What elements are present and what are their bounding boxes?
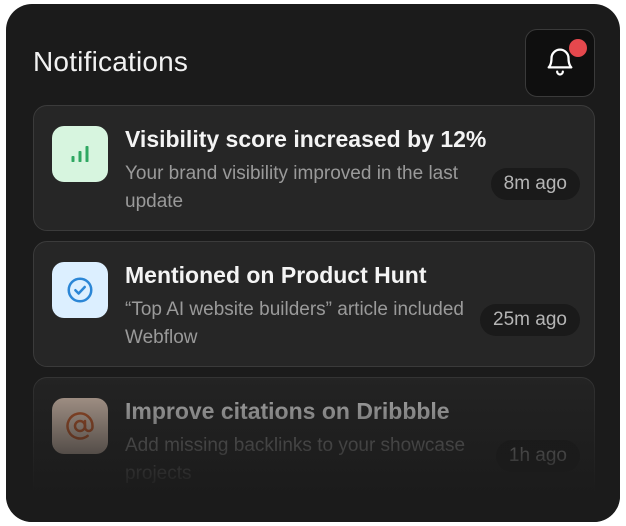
notifications-panel: Notifications Visibility score increased…	[6, 4, 620, 522]
unread-dot	[569, 39, 587, 57]
notification-description: “Top AI website builders” article includ…	[125, 299, 465, 348]
notification-description: Your brand visibility improved in the la…	[125, 163, 459, 212]
notification-card[interactable]: Visibility score increased by 12% Your b…	[33, 105, 595, 231]
notification-title: Visibility score increased by 12%	[125, 126, 487, 152]
notification-card[interactable]: Mentioned on Product Hunt “Top AI websit…	[33, 241, 595, 367]
notification-time-badge: 8m ago	[490, 168, 580, 200]
notification-card[interactable]: Improve citations on Dribbble Add missin…	[33, 377, 595, 503]
notification-title: Improve citations on Dribbble	[125, 398, 450, 424]
panel-title: Notifications	[33, 46, 189, 77]
check-circle-icon	[52, 262, 108, 318]
notifications-bell-button[interactable]	[525, 29, 595, 97]
notification-time-badge: 25m ago	[480, 304, 580, 336]
bar-chart-icon	[52, 126, 108, 182]
notification-time-badge: 1h ago	[495, 440, 580, 472]
notification-description: Add missing backlinks to your showcase p…	[125, 435, 466, 484]
at-sign-icon	[52, 398, 108, 454]
notification-title: Mentioned on Product Hunt	[125, 262, 427, 288]
